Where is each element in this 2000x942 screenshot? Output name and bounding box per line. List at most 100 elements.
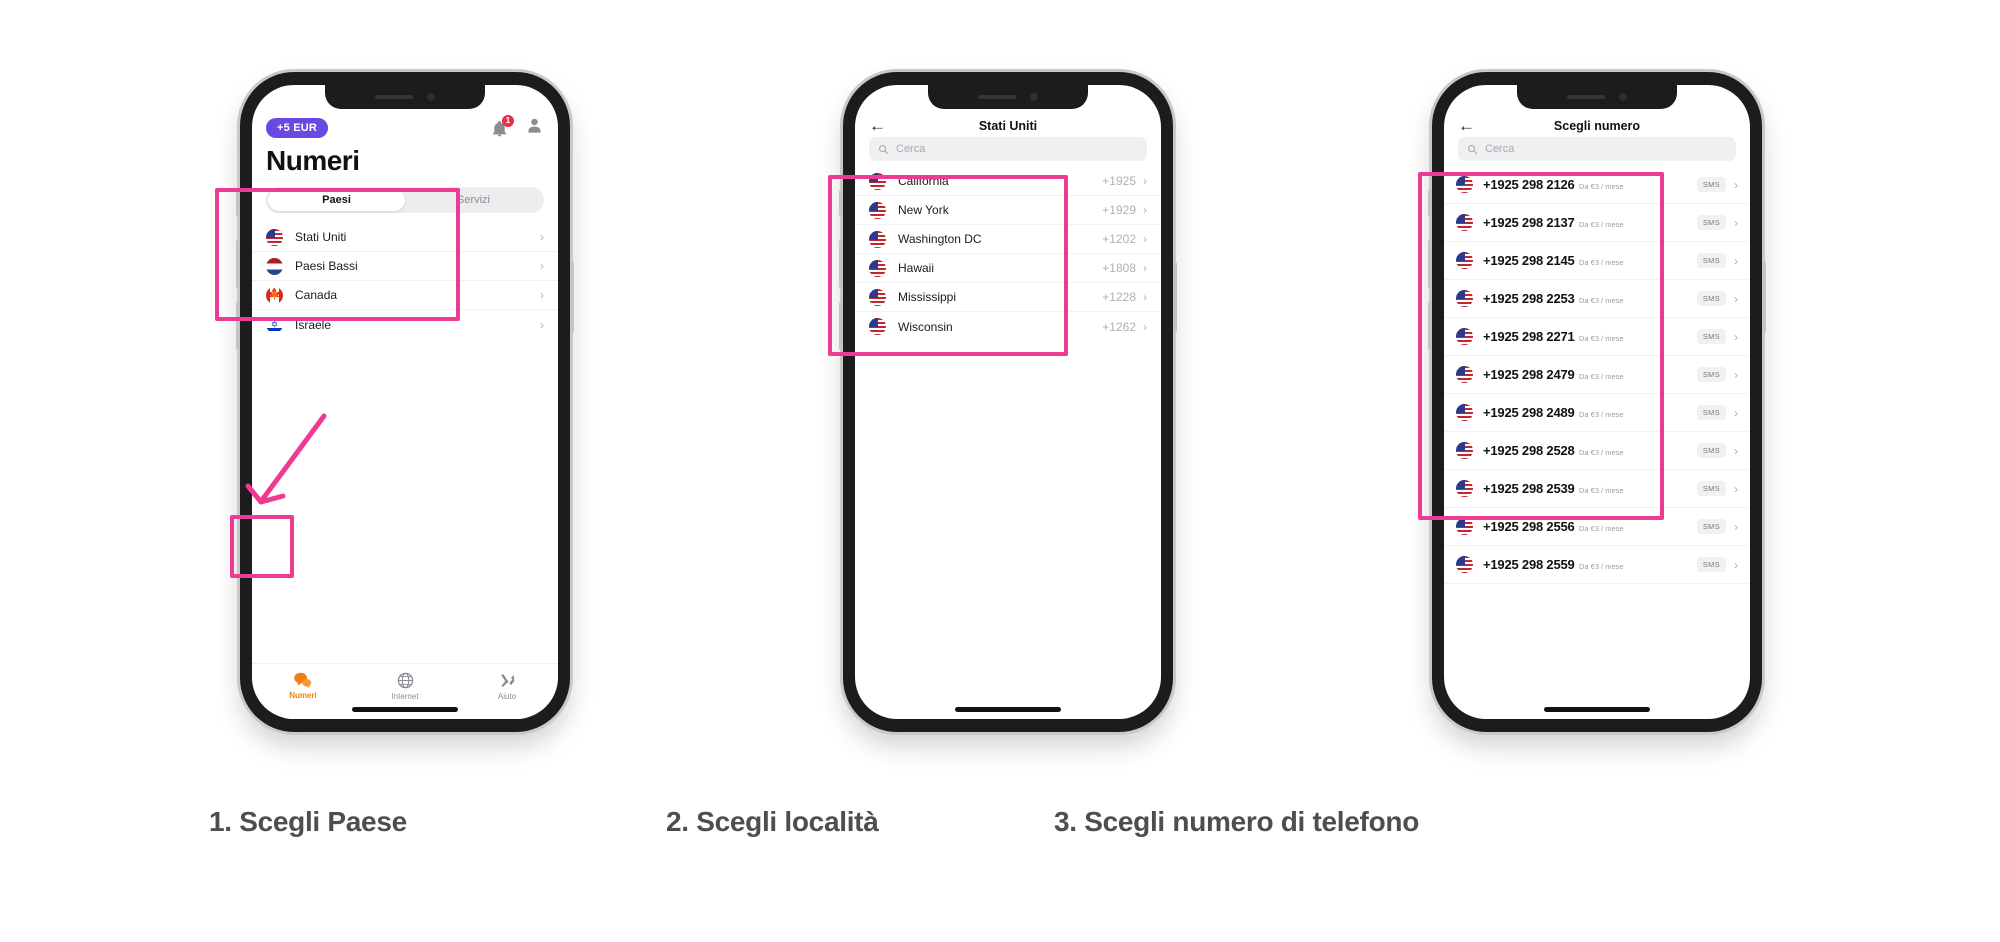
- price-label: Da €3 / mese: [1579, 333, 1624, 343]
- front-camera-icon: [1619, 93, 1627, 101]
- earpiece-speaker: [375, 95, 413, 99]
- list-item[interactable]: +1925 298 2489 Da €3 / mese SMS ›: [1444, 394, 1750, 432]
- back-button[interactable]: ←: [1458, 116, 1480, 136]
- chevron-right-icon: ›: [1734, 367, 1738, 382]
- list-item[interactable]: New York +1929 ›: [855, 196, 1161, 225]
- flag-us-icon: [1456, 214, 1473, 231]
- flag-us-icon: [869, 288, 886, 306]
- search-input[interactable]: Cerca: [869, 137, 1147, 161]
- location-list: California +1925 › New York +1929 › Wash…: [855, 167, 1161, 341]
- chevron-right-icon: ›: [1143, 203, 1147, 217]
- screen1-header-icons: 1: [490, 114, 544, 140]
- volume-down-button: [1428, 302, 1432, 350]
- earpiece-speaker: [1567, 95, 1605, 99]
- volume-up-button: [236, 240, 240, 288]
- phone-number: +1925 298 2253: [1483, 290, 1575, 306]
- phone-number: +1925 298 2126: [1483, 176, 1575, 192]
- list-item[interactable]: Wisconsin +1262 ›: [855, 312, 1161, 341]
- flag-us-icon: [1456, 556, 1473, 573]
- page-title: Numeri: [266, 145, 360, 176]
- tab-bar-item-aiuto[interactable]: Aiuto: [456, 672, 558, 701]
- list-item[interactable]: +1925 298 2271 Da €3 / mese SMS ›: [1444, 318, 1750, 356]
- flag-us-icon: [869, 172, 886, 190]
- list-item[interactable]: +1925 298 2539 Da €3 / mese SMS ›: [1444, 470, 1750, 508]
- list-item[interactable]: Hawaii +1808 ›: [855, 254, 1161, 283]
- country-label: Stati Uniti: [295, 230, 347, 244]
- phone-number: +1925 298 2559: [1483, 556, 1575, 572]
- location-label: Washington DC: [898, 232, 982, 246]
- search-placeholder: Cerca: [896, 143, 926, 155]
- price-label: Da €3 / mese: [1579, 219, 1624, 229]
- price-label: Da €3 / mese: [1579, 409, 1624, 419]
- screen1-top-row: +5 EUR 1: [266, 114, 544, 141]
- tutorial-screens-figure: +5 EUR 1 Numeri Paesi Servizi Stati Unit…: [0, 0, 2000, 942]
- mute-switch: [839, 190, 843, 216]
- volume-up-button: [839, 240, 843, 288]
- list-item[interactable]: +1925 298 2556 Da €3 / mese SMS ›: [1444, 508, 1750, 546]
- sms-capability-badge: SMS: [1696, 329, 1726, 344]
- person-icon: [528, 118, 541, 133]
- sms-capability-badge: SMS: [1696, 557, 1726, 572]
- search-input[interactable]: Cerca: [1458, 137, 1736, 161]
- globe-icon: [397, 672, 413, 689]
- chevron-right-icon: ›: [1734, 443, 1738, 458]
- tab-bar-item-numeri[interactable]: Numeri: [252, 672, 354, 700]
- chevron-right-icon: ›: [1734, 329, 1738, 344]
- country-label: Israele: [295, 317, 332, 332]
- profile-button[interactable]: [525, 116, 544, 140]
- power-button: [570, 262, 574, 332]
- list-item[interactable]: +1925 298 2479 Da €3 / mese SMS ›: [1444, 356, 1750, 394]
- list-item-canada[interactable]: 🍁 Canada ›: [252, 281, 558, 310]
- phone-frame: ← Stati Uniti Cerca California +1925 › N…: [839, 72, 1177, 732]
- front-camera-icon: [1030, 93, 1038, 101]
- earpiece-speaker: [978, 95, 1016, 99]
- phone-number-list: +1925 298 2126 Da €3 / mese SMS › +1925 …: [1444, 166, 1750, 584]
- tab-servizi[interactable]: Servizi: [405, 189, 542, 211]
- mute-switch: [1428, 190, 1432, 216]
- mute-switch: [236, 190, 240, 216]
- list-item[interactable]: Mississippi +1228 ›: [855, 283, 1161, 312]
- price-label: Da €3 / mese: [1579, 561, 1624, 571]
- flag-us-icon: [1456, 290, 1473, 307]
- list-item[interactable]: +1925 298 2528 Da €3 / mese SMS ›: [1444, 432, 1750, 470]
- balance-badge[interactable]: +5 EUR: [266, 118, 329, 138]
- phone-number: +1925 298 2137: [1483, 214, 1575, 230]
- caption-step-1: 1. Scegli Paese: [209, 806, 407, 837]
- list-item-israele[interactable]: ✡ Israele ›: [252, 310, 558, 339]
- chevron-right-icon: ›: [1143, 290, 1147, 304]
- back-button[interactable]: ←: [869, 116, 891, 136]
- tab-bar-item-internet[interactable]: Internet: [354, 672, 456, 701]
- home-indicator: [1544, 707, 1650, 712]
- list-item[interactable]: +1925 298 2253 Da €3 / mese SMS ›: [1444, 280, 1750, 318]
- list-item[interactable]: Washington DC +1202 ›: [855, 225, 1161, 254]
- tab-bar-label: Aiuto: [497, 692, 517, 701]
- sms-capability-badge: SMS: [1696, 443, 1726, 458]
- list-item[interactable]: +1925 298 2559 Da €3 / mese SMS ›: [1444, 546, 1750, 584]
- sms-capability-badge: SMS: [1696, 519, 1726, 534]
- volume-down-button: [839, 302, 843, 350]
- phone-number: +1925 298 2556: [1483, 518, 1575, 534]
- tab-paesi[interactable]: Paesi: [268, 189, 405, 211]
- chevron-right-icon: ›: [1734, 405, 1738, 420]
- search-placeholder: Cerca: [1485, 143, 1515, 155]
- list-item-paesi-bassi[interactable]: Paesi Bassi ›: [252, 252, 558, 281]
- flag-us-icon: [266, 228, 283, 246]
- location-dial-code: +1262: [1102, 319, 1136, 334]
- notifications-button[interactable]: 1: [490, 114, 514, 138]
- list-item[interactable]: +1925 298 2145 Da €3 / mese SMS ›: [1444, 242, 1750, 280]
- phone-number: +1925 298 2528: [1483, 442, 1575, 458]
- list-item-stati-uniti[interactable]: Stati Uniti ›: [252, 223, 558, 252]
- list-item[interactable]: California +1925 ›: [855, 167, 1161, 196]
- chat-bubbles-icon: [294, 672, 312, 688]
- list-item[interactable]: +1925 298 2126 Da €3 / mese SMS ›: [1444, 166, 1750, 204]
- location-label: Wisconsin: [898, 319, 953, 334]
- list-item[interactable]: +1925 298 2137 Da €3 / mese SMS ›: [1444, 204, 1750, 242]
- screen-scegli-numero: ← Scegli numero Cerca +1925 298 2126 Da …: [1444, 85, 1750, 719]
- flag-ca-icon: 🍁: [266, 286, 283, 304]
- chevron-right-icon: ›: [540, 288, 544, 302]
- chevron-right-icon: ›: [1143, 174, 1147, 188]
- flag-us-icon: [869, 259, 886, 277]
- phone-number: +1925 298 2479: [1483, 366, 1575, 382]
- flag-us-icon: [1456, 176, 1473, 193]
- location-label: Mississippi: [898, 290, 957, 304]
